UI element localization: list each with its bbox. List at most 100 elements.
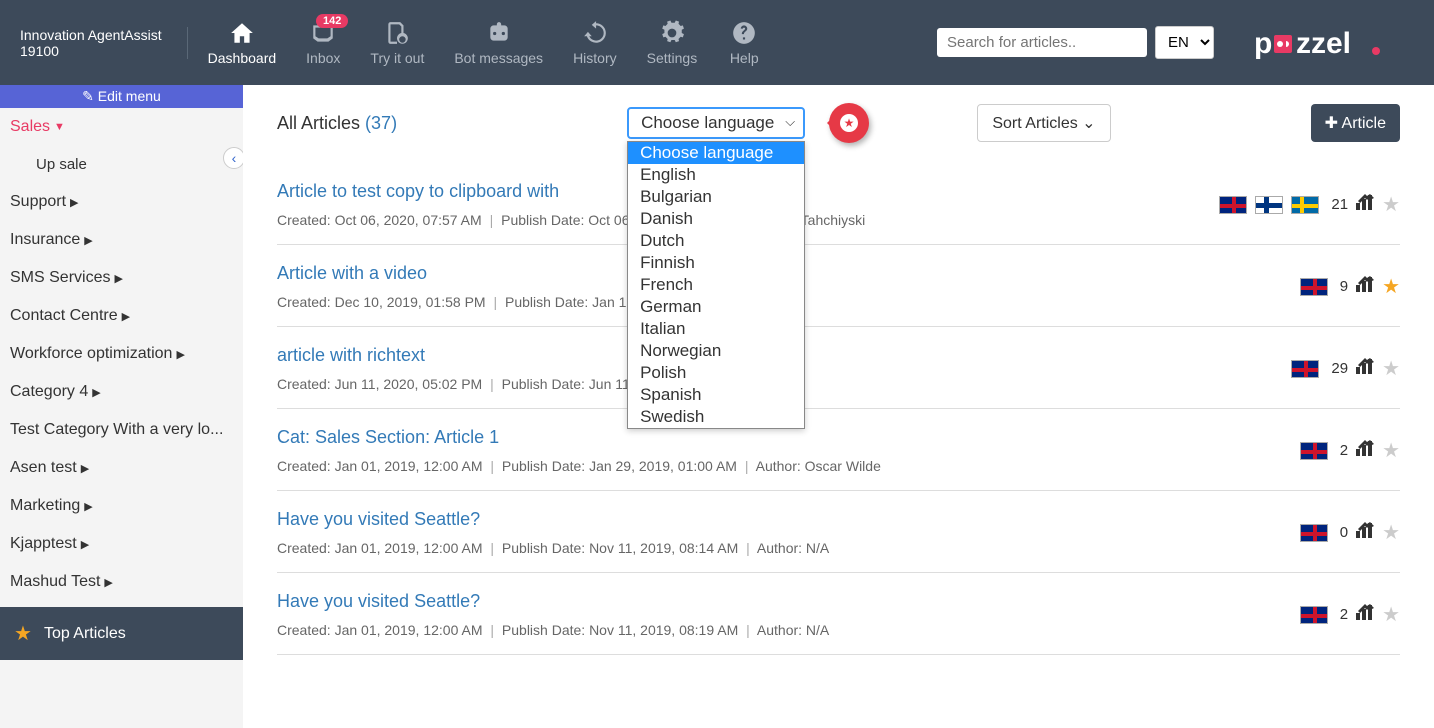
sidebar-item[interactable]: Workforce optimization▶ bbox=[0, 335, 243, 373]
language-filter-select[interactable]: Choose language bbox=[627, 107, 805, 139]
sidebar-item[interactable]: Asen test▶ bbox=[0, 449, 243, 487]
document-search-icon bbox=[380, 20, 414, 46]
language-option[interactable]: Polish bbox=[628, 362, 804, 384]
sidebar-item[interactable]: Insurance▶ bbox=[0, 221, 243, 259]
flag-uk-icon bbox=[1219, 196, 1247, 214]
chevron-left-icon: ‹ bbox=[232, 150, 237, 166]
article-title-link[interactable]: Have you visited Seattle? bbox=[277, 591, 1300, 612]
language-option[interactable]: Finnish bbox=[628, 252, 804, 274]
article-row: Have you visited Seattle?Created: Jan 01… bbox=[277, 573, 1400, 655]
language-option[interactable]: Choose language bbox=[628, 142, 804, 164]
nav-settings[interactable]: Settings bbox=[647, 20, 698, 66]
inbox-badge: 142 bbox=[316, 14, 348, 28]
nav-label: Try it out bbox=[370, 50, 424, 66]
nav-inbox[interactable]: 142 Inbox bbox=[306, 20, 340, 66]
article-row: Cat: Sales Section: Article 1Created: Ja… bbox=[277, 409, 1400, 491]
article-stats: 21 ★ bbox=[1219, 192, 1400, 217]
sidebar-item[interactable]: SMS Services▶ bbox=[0, 259, 243, 297]
article-stats: 2★ bbox=[1300, 602, 1400, 627]
language-option[interactable]: Dutch bbox=[628, 230, 804, 252]
sidebar-item[interactable]: Test Category With a very lo... bbox=[0, 411, 243, 449]
caret-right-icon: ▶ bbox=[81, 462, 89, 475]
chart-icon[interactable] bbox=[1356, 604, 1374, 625]
nav-label: Bot messages bbox=[454, 50, 543, 66]
sidebar-item[interactable]: Sales▼ bbox=[0, 108, 243, 146]
nav-dashboard[interactable]: Dashboard bbox=[208, 20, 277, 66]
main-content: All Articles (37) Choose language Choose… bbox=[243, 85, 1434, 728]
chart-icon[interactable] bbox=[1356, 522, 1374, 543]
star-toggle[interactable]: ★ bbox=[1382, 274, 1400, 299]
star-toggle[interactable]: ★ bbox=[1382, 602, 1400, 627]
sidebar-item[interactable]: Mashud Test▶ bbox=[0, 563, 243, 601]
flag-uk-icon bbox=[1291, 360, 1319, 378]
view-count: 2 bbox=[1340, 442, 1348, 459]
sidebar-item[interactable]: Contact Centre▶ bbox=[0, 297, 243, 335]
chart-icon[interactable] bbox=[1356, 358, 1374, 379]
nav-help[interactable]: Help bbox=[727, 20, 761, 66]
language-option[interactable]: Spanish bbox=[628, 384, 804, 406]
edit-menu-button[interactable]: ✎ Edit menu bbox=[0, 85, 243, 108]
article-count: (37) bbox=[365, 113, 397, 133]
chart-icon[interactable] bbox=[1356, 440, 1374, 461]
nav-history[interactable]: History bbox=[573, 20, 617, 66]
sidebar-item[interactable]: Marketing▶ bbox=[0, 487, 243, 525]
nav-label: Dashboard bbox=[208, 50, 277, 66]
sort-articles-button[interactable]: Sort Articles ⌄ bbox=[977, 104, 1110, 142]
sidebar-item[interactable]: Up sale bbox=[0, 146, 243, 183]
nav-botmessages[interactable]: Bot messages bbox=[454, 20, 543, 66]
article-title-link[interactable]: Cat: Sales Section: Article 1 bbox=[277, 427, 1300, 448]
star-toggle[interactable]: ★ bbox=[1382, 520, 1400, 545]
language-option[interactable]: German bbox=[628, 296, 804, 318]
chart-icon[interactable] bbox=[1356, 276, 1374, 297]
article-stats: 9★ bbox=[1300, 274, 1400, 299]
puzzel-logo: p zzel bbox=[1254, 25, 1414, 61]
star-toggle[interactable]: ★ bbox=[1382, 356, 1400, 381]
add-article-button[interactable]: ✚ Article bbox=[1311, 104, 1400, 142]
pencil-icon: ✎ bbox=[82, 88, 94, 104]
nav-label: Settings bbox=[647, 50, 698, 66]
language-option[interactable]: Swedish bbox=[628, 406, 804, 428]
language-option[interactable]: Danish bbox=[628, 208, 804, 230]
sidebar-item[interactable]: Support▶ bbox=[0, 183, 243, 221]
language-option[interactable]: French bbox=[628, 274, 804, 296]
caret-right-icon: ▶ bbox=[81, 538, 89, 551]
search-input-wrap[interactable] bbox=[937, 28, 1147, 57]
title-text: All Articles bbox=[277, 113, 360, 133]
caret-right-icon: ▶ bbox=[104, 576, 112, 589]
article-row: Article to test copy to clipboard withCr… bbox=[277, 163, 1400, 245]
star-icon: ★ bbox=[14, 621, 32, 646]
sidebar-item[interactable]: Category 4▶ bbox=[0, 373, 243, 411]
article-stats: 2★ bbox=[1300, 438, 1400, 463]
caret-down-icon: ▼ bbox=[54, 121, 65, 133]
caret-right-icon: ▶ bbox=[122, 310, 130, 323]
article-meta: Created: Jan 01, 2019, 12:00 AM | Publis… bbox=[277, 540, 1300, 556]
caret-right-icon: ▶ bbox=[114, 272, 122, 285]
language-option[interactable]: Bulgarian bbox=[628, 186, 804, 208]
history-icon bbox=[578, 20, 612, 46]
flag-uk-icon bbox=[1300, 278, 1328, 296]
top-articles-label: Top Articles bbox=[44, 625, 126, 643]
search-input[interactable] bbox=[947, 34, 1146, 51]
svg-text:zzel: zzel bbox=[1296, 27, 1351, 60]
language-dropdown-list: Choose languageEnglishBulgarianDanishDut… bbox=[627, 141, 805, 429]
sidebar-item[interactable]: Kjapptest▶ bbox=[0, 525, 243, 563]
chart-icon[interactable] bbox=[1356, 194, 1374, 215]
flag-uk-icon bbox=[1300, 606, 1328, 624]
edit-menu-label: Edit menu bbox=[98, 88, 161, 104]
language-filter-wrap: Choose language Choose languageEnglishBu… bbox=[627, 107, 805, 139]
top-articles-button[interactable]: ★ Top Articles bbox=[0, 607, 243, 660]
star-toggle[interactable]: ★ bbox=[1382, 438, 1400, 463]
star-toggle[interactable]: ★ bbox=[1382, 192, 1400, 217]
article-title-link[interactable]: Have you visited Seattle? bbox=[277, 509, 1300, 530]
language-option[interactable]: Norwegian bbox=[628, 340, 804, 362]
sidebar-collapse-button[interactable]: ‹ bbox=[223, 147, 243, 169]
language-option[interactable]: English bbox=[628, 164, 804, 186]
view-count: 21 bbox=[1331, 196, 1348, 213]
attention-callout: ★ bbox=[829, 103, 869, 143]
flag-se-icon bbox=[1291, 196, 1319, 214]
ui-lang-select[interactable]: EN bbox=[1155, 26, 1214, 59]
top-navbar: Innovation AgentAssist 19100 Dashboard 1… bbox=[0, 0, 1434, 85]
nav-tryitout[interactable]: Try it out bbox=[370, 20, 424, 66]
sort-label: Sort Articles bbox=[992, 115, 1077, 132]
language-option[interactable]: Italian bbox=[628, 318, 804, 340]
